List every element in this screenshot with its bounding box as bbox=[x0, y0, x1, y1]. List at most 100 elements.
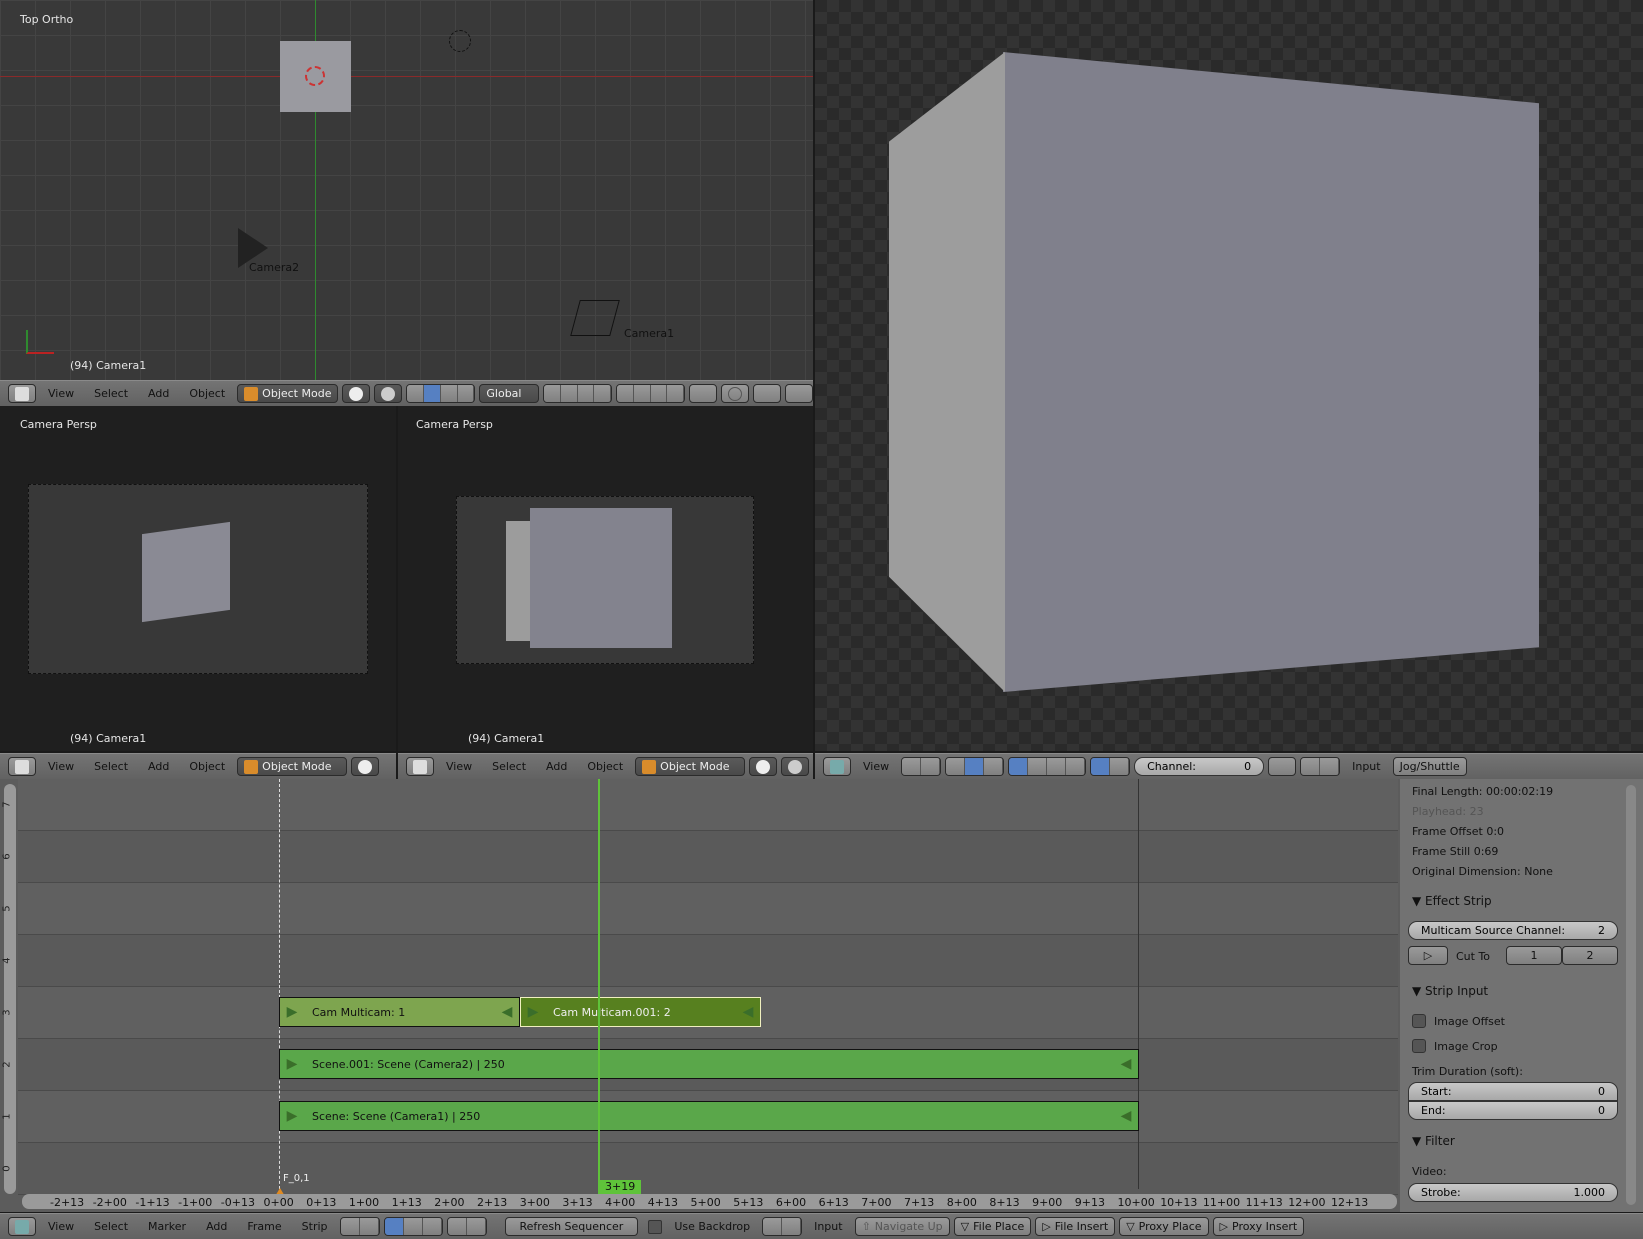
menu-view[interactable]: View bbox=[40, 387, 82, 400]
sequencer-timeline[interactable]: 7 6 5 4 3 2 1 0 ▶ Cam Multicam: 1 ◀ ▶ Cam Multicam… bbox=[0, 779, 1400, 1212]
clock-icon[interactable] bbox=[340, 1218, 360, 1235]
both-view-icon[interactable] bbox=[422, 1218, 442, 1235]
channel-field[interactable]: Channel: 0 bbox=[1134, 757, 1265, 776]
image-offset-checkbox[interactable] bbox=[1412, 1014, 1426, 1028]
clipboard-group[interactable] bbox=[446, 1217, 487, 1236]
menu-object[interactable]: Object bbox=[181, 760, 233, 773]
layer-icon[interactable] bbox=[667, 385, 685, 402]
clapper-icon[interactable] bbox=[782, 1218, 802, 1235]
sequencer-preview[interactable] bbox=[815, 0, 1643, 751]
sequencer-view-icon[interactable] bbox=[384, 1218, 404, 1235]
playhead-line[interactable] bbox=[598, 779, 600, 1199]
shading-dropdown[interactable] bbox=[342, 384, 371, 403]
render-group[interactable] bbox=[762, 1217, 803, 1236]
menu-view[interactable]: View bbox=[855, 760, 897, 773]
refresh-sequencer-button[interactable]: Refresh Sequencer bbox=[504, 1217, 639, 1236]
lock-camera-button[interactable] bbox=[689, 384, 718, 403]
mode-dropdown[interactable]: Object Mode bbox=[635, 757, 746, 776]
file-insert-button[interactable]: ▷ File Insert bbox=[1035, 1217, 1116, 1236]
strip-right-handle[interactable]: ◀ bbox=[1114, 1050, 1138, 1078]
menu-add[interactable]: Add bbox=[538, 760, 575, 773]
trim-start-field[interactable]: Start: 0 bbox=[1408, 1082, 1618, 1101]
strip-input-header[interactable]: ▼ Strip Input bbox=[1412, 984, 1488, 998]
strip-left-handle[interactable]: ▶ bbox=[280, 998, 304, 1026]
lock-group[interactable] bbox=[901, 757, 942, 776]
menu-object[interactable]: Object bbox=[181, 387, 233, 400]
color-icon[interactable] bbox=[1110, 758, 1130, 775]
manipulator-group[interactable] bbox=[406, 384, 476, 403]
ghost-button[interactable] bbox=[1268, 757, 1297, 776]
menu-view[interactable]: View bbox=[40, 760, 82, 773]
strip-cam-multicam-001[interactable]: ▶ Cam Multicam.001: 2 ◀ bbox=[520, 997, 761, 1027]
vectorscope-icon[interactable] bbox=[1047, 758, 1067, 775]
mode-dropdown[interactable]: Object Mode bbox=[237, 384, 339, 403]
strip-left-handle[interactable]: ▶ bbox=[280, 1050, 304, 1078]
editor-type-button[interactable] bbox=[823, 757, 851, 776]
layer-icon[interactable] bbox=[650, 385, 668, 402]
strip-right-handle[interactable]: ◀ bbox=[736, 998, 760, 1026]
shading-dropdown[interactable] bbox=[351, 757, 380, 776]
view-type-group[interactable] bbox=[945, 757, 1005, 776]
channels-group[interactable] bbox=[1090, 757, 1131, 776]
snap-button[interactable] bbox=[753, 384, 782, 403]
waveform-icon[interactable] bbox=[1028, 758, 1048, 775]
layer-icon[interactable] bbox=[594, 385, 612, 402]
pivot-dropdown[interactable] bbox=[781, 757, 810, 776]
menu-frame[interactable]: Frame bbox=[239, 1220, 289, 1233]
editor-type-button[interactable] bbox=[8, 1217, 36, 1236]
mode-dropdown[interactable]: Object Mode bbox=[237, 757, 348, 776]
menu-add[interactable]: Add bbox=[140, 387, 177, 400]
display-mode-group[interactable] bbox=[1008, 757, 1087, 776]
camera-persp-left-viewport[interactable]: Camera Persp (94) Camera1 bbox=[0, 406, 396, 751]
strip-scene[interactable]: ▶ Scene: Scene (Camera1) | 250 ◀ bbox=[279, 1101, 1139, 1131]
strip-left-handle[interactable]: ▶ bbox=[280, 1102, 304, 1130]
snap-target-button[interactable] bbox=[785, 384, 813, 403]
layer-icon[interactable] bbox=[577, 385, 595, 402]
translate-icon[interactable] bbox=[424, 385, 441, 402]
menu-view[interactable]: View bbox=[40, 1220, 82, 1233]
filter-header[interactable]: ▼ Filter bbox=[1412, 1134, 1455, 1148]
lock-group[interactable] bbox=[339, 1217, 380, 1236]
editor-type-button[interactable] bbox=[8, 757, 36, 776]
menu-add[interactable]: Add bbox=[198, 1220, 235, 1233]
camera1-icon[interactable] bbox=[570, 300, 620, 336]
menu-add[interactable]: Add bbox=[140, 760, 177, 773]
camera-icon[interactable] bbox=[763, 1218, 783, 1235]
color-alpha-icon[interactable] bbox=[1091, 758, 1111, 775]
manipulator-toggle-icon[interactable] bbox=[407, 385, 425, 402]
clock-icon[interactable] bbox=[902, 758, 922, 775]
cube-right[interactable] bbox=[530, 508, 672, 648]
paste-icon[interactable] bbox=[466, 1218, 486, 1235]
menu-select[interactable]: Select bbox=[484, 760, 534, 773]
view-type-group[interactable] bbox=[383, 1217, 443, 1236]
proxy-place-button[interactable]: ▽ Proxy Place bbox=[1119, 1217, 1209, 1236]
orientation-dropdown[interactable]: Global bbox=[479, 384, 540, 403]
menu-view[interactable]: View bbox=[438, 760, 480, 773]
editor-type-button[interactable] bbox=[406, 757, 434, 776]
lock-icon[interactable] bbox=[359, 1218, 379, 1235]
preview-view-icon[interactable] bbox=[403, 1218, 423, 1235]
lock-icon[interactable] bbox=[921, 758, 941, 775]
both-view-icon[interactable] bbox=[984, 758, 1004, 775]
shading-dropdown[interactable] bbox=[749, 757, 778, 776]
strip-scene-001[interactable]: ▶ Scene.001: Scene (Camera2) | 250 ◀ bbox=[279, 1049, 1139, 1079]
image-crop-checkbox[interactable] bbox=[1412, 1039, 1426, 1053]
rotate-icon[interactable] bbox=[440, 385, 458, 402]
file-place-button[interactable]: ▽ File Place bbox=[953, 1217, 1032, 1236]
effect-strip-header[interactable]: ▼ Effect Strip bbox=[1412, 894, 1492, 908]
editor-type-button[interactable] bbox=[8, 384, 36, 403]
cube-left[interactable] bbox=[142, 521, 230, 623]
proportional-edit-button[interactable] bbox=[721, 384, 750, 403]
layer-icon[interactable] bbox=[560, 385, 578, 402]
histogram-icon[interactable] bbox=[1066, 758, 1086, 775]
layers-group-1[interactable] bbox=[543, 384, 613, 403]
top-ortho-viewport[interactable]: Camera2 Camera1 Top Ortho (94) Camera1 bbox=[0, 0, 813, 380]
strip-cam-multicam-1[interactable]: ▶ Cam Multicam: 1 ◀ bbox=[279, 997, 520, 1027]
menu-select[interactable]: Select bbox=[86, 387, 136, 400]
menu-select[interactable]: Select bbox=[86, 1220, 136, 1233]
menu-select[interactable]: Select bbox=[86, 760, 136, 773]
jog-shuttle-button[interactable]: Jog/Shuttle bbox=[1392, 757, 1467, 776]
lamp-icon[interactable] bbox=[449, 30, 471, 52]
layers-group-2[interactable] bbox=[616, 384, 686, 403]
menu-marker[interactable]: Marker bbox=[140, 1220, 194, 1233]
